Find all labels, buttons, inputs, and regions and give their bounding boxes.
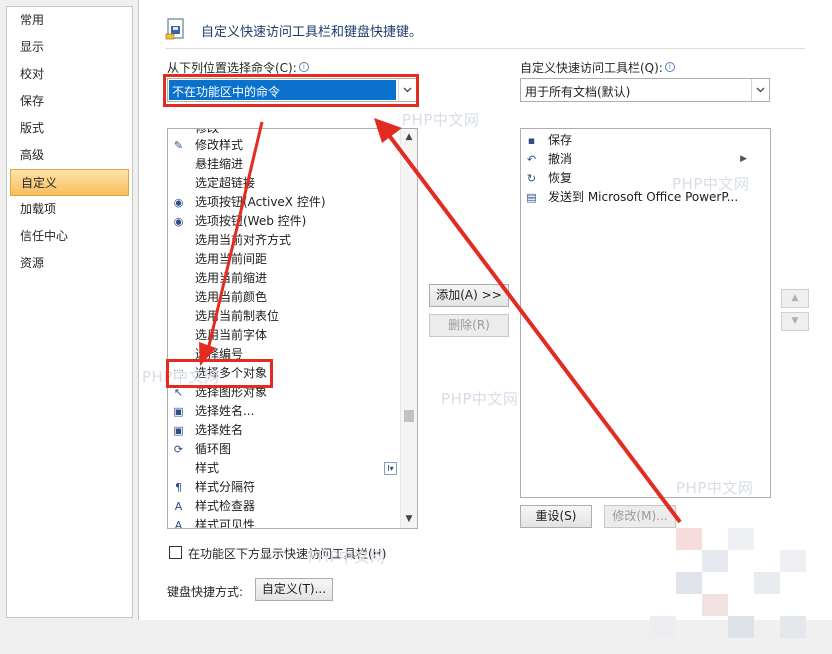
annotation-arrows bbox=[199, 118, 682, 524]
dialog-bottom-area bbox=[0, 620, 832, 654]
